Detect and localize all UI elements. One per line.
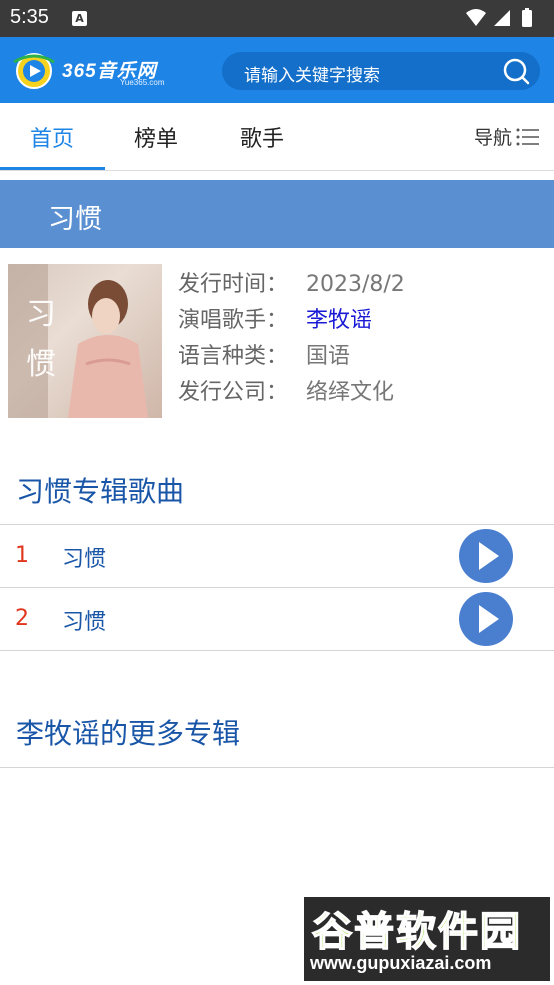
watermark-text: 谷普软件园 — [311, 908, 522, 956]
album-cover: 习惯 — [8, 264, 162, 418]
song-number: 1 — [15, 543, 29, 568]
play-icon[interactable] — [458, 528, 514, 584]
album-info: 发行时间： 2023/8/2 演唱歌手： 李牧谣 语言种类： 国语 发行公司： 络绎文化 — [178, 266, 405, 410]
app-header: 365音乐网 Yue365.com 请输入关键字搜索 — [0, 37, 554, 103]
search-input[interactable]: 请输入关键字搜索 — [244, 61, 380, 86]
nav-label: 导航 — [473, 127, 512, 149]
play-icon[interactable] — [458, 591, 514, 647]
signal-icon — [494, 10, 510, 26]
song-name[interactable]: 习惯 — [62, 541, 106, 573]
nav-tabs: 首页 榜单 歌手 导航 — [0, 103, 554, 171]
singer-link[interactable]: 李牧谣 — [306, 308, 372, 333]
cover-title: 习惯 — [26, 297, 56, 382]
album-title-bar: 习惯 — [0, 180, 554, 248]
song-row[interactable]: 2 习惯 — [0, 588, 554, 650]
tab-singers[interactable]: 歌手 — [240, 121, 284, 153]
more-albums-title[interactable]: 李牧谣的更多专辑 — [16, 712, 240, 752]
active-tab-indicator — [0, 167, 105, 170]
site-logo[interactable]: 365音乐网 Yue365.com — [12, 52, 182, 90]
songs-section-title: 习惯专辑歌曲 — [16, 475, 185, 508]
divider — [0, 767, 554, 768]
wifi-icon — [466, 9, 486, 26]
logo-subtext: Yue365.com — [120, 78, 165, 87]
nav-menu-button[interactable]: 导航 — [474, 123, 540, 150]
song-name[interactable]: 习惯 — [62, 604, 106, 636]
search-icon[interactable] — [502, 57, 530, 85]
divider — [0, 650, 554, 651]
song-number: 2 — [15, 606, 29, 631]
logo-icon — [13, 53, 55, 89]
search-box[interactable]: 请输入关键字搜索 — [222, 52, 540, 90]
info-singer: 演唱歌手： 李牧谣 — [178, 308, 373, 333]
status-icons — [466, 8, 532, 27]
status-bar: 5:35 A — [0, 0, 554, 37]
menu-list-icon — [516, 128, 539, 146]
notification-icon: A — [72, 11, 87, 26]
battery-icon — [522, 10, 532, 27]
info-release-date: 发行时间： 2023/8/2 — [178, 272, 405, 297]
tab-charts[interactable]: 榜单 — [134, 121, 178, 153]
info-company: 发行公司： 络绎文化 — [178, 380, 395, 405]
song-row[interactable]: 1 习惯 — [0, 525, 554, 587]
status-time: 5:35 — [10, 6, 49, 28]
watermark-logo: 谷普软件园 www.gupuxiazai.com — [304, 897, 550, 981]
album-title: 习惯 — [48, 204, 102, 235]
tab-home[interactable]: 首页 — [30, 121, 74, 153]
info-language: 语言种类： 国语 — [178, 344, 351, 369]
watermark-url: www.gupuxiazai.com — [310, 953, 492, 973]
